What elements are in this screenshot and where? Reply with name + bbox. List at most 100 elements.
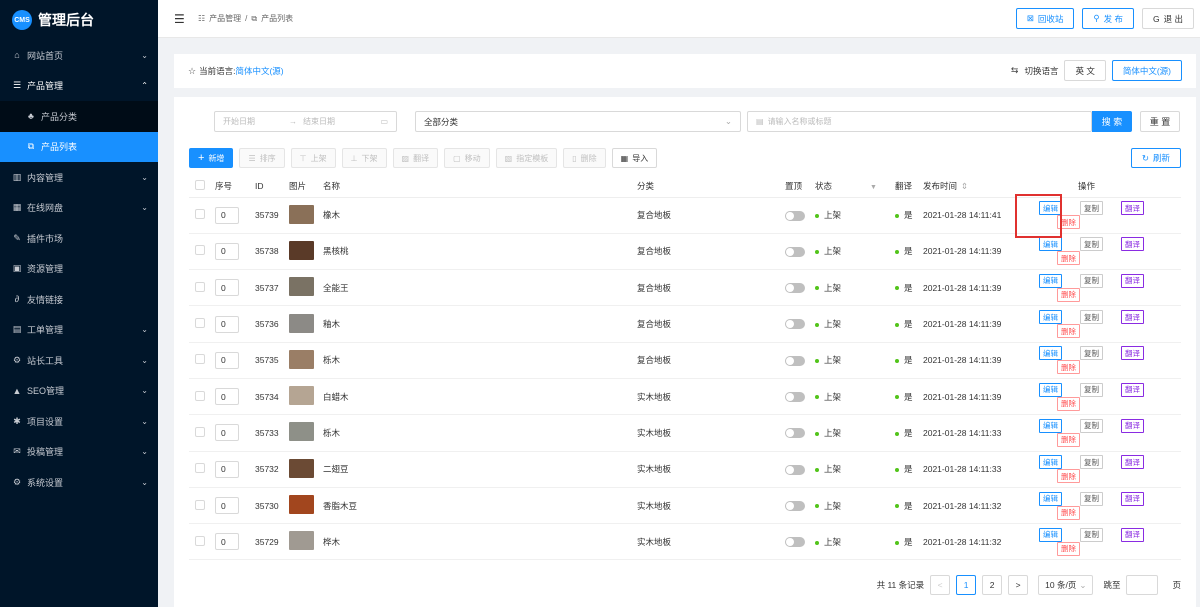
sidebar-item-resources[interactable]: ▣ 资源管理 (0, 254, 158, 285)
recycle-bin-button[interactable]: ⊠ 回收站 (1015, 8, 1075, 29)
copy-button[interactable]: 复制 (1080, 201, 1103, 216)
sort-order-input[interactable]: 0 (215, 351, 239, 369)
sidebar-item-products[interactable]: ☰ 产品管理 ⌃ (0, 71, 158, 102)
sort-order-input[interactable]: 0 (215, 497, 239, 515)
jump-page-input[interactable] (1126, 575, 1159, 595)
sidebar-item-submissions[interactable]: ✉ 投稿管理 ⌄ (0, 437, 158, 468)
translate-row-button[interactable]: 翻译 (1121, 237, 1144, 252)
next-page-button[interactable]: > (1008, 575, 1029, 595)
sidebar-item-project-settings[interactable]: ✱ 项目设置 ⌄ (0, 406, 158, 437)
product-thumbnail[interactable] (289, 204, 314, 224)
pin-toggle[interactable] (785, 500, 805, 511)
delete-row-button[interactable]: 删除 (1057, 324, 1080, 339)
sidebar-item-product-categories[interactable]: ♣ 产品分类 (0, 101, 158, 132)
sort-order-input[interactable]: 0 (215, 279, 239, 297)
reset-button[interactable]: 重 置 (1140, 111, 1180, 132)
delete-row-button[interactable]: 删除 (1057, 432, 1080, 447)
delete-row-button[interactable]: 删除 (1057, 251, 1080, 266)
pin-toggle[interactable] (785, 319, 805, 330)
delete-row-button[interactable]: 删除 (1057, 469, 1080, 484)
copy-button[interactable]: 复制 (1080, 455, 1103, 470)
product-thumbnail[interactable] (289, 313, 314, 333)
sort-order-input[interactable]: 0 (215, 388, 239, 406)
product-thumbnail[interactable] (289, 458, 314, 478)
row-checkbox[interactable] (195, 354, 205, 365)
row-checkbox[interactable] (195, 499, 205, 510)
edit-button[interactable]: 编辑 (1039, 346, 1062, 361)
language-option-chinese[interactable]: 简体中文(源) (1111, 60, 1182, 81)
import-button[interactable]: ▦ 导入 (611, 148, 658, 168)
edit-button[interactable]: 编辑 (1039, 491, 1062, 506)
translate-row-button[interactable]: 翻译 (1121, 455, 1144, 470)
product-thumbnail[interactable] (289, 349, 314, 369)
publish-button[interactable]: ⚲ 发 布 (1082, 8, 1134, 29)
translate-button[interactable]: ▨ 翻译 (392, 148, 439, 168)
logo[interactable]: CMS 管理后台 (0, 0, 158, 40)
row-checkbox[interactable] (195, 535, 205, 546)
pin-toggle[interactable] (785, 537, 805, 548)
row-checkbox[interactable] (195, 390, 205, 401)
sort-button[interactable]: ☰ 排序 (239, 148, 285, 168)
translate-row-button[interactable]: 翻译 (1121, 491, 1144, 506)
delete-row-button[interactable]: 删除 (1057, 287, 1080, 302)
copy-button[interactable]: 复制 (1080, 491, 1103, 506)
page-size-select[interactable]: 10 条/页 ⌄ (1038, 575, 1094, 595)
menu-fold-icon[interactable]: ☰ (174, 12, 186, 26)
row-checkbox[interactable] (195, 245, 205, 256)
translate-row-button[interactable]: 翻译 (1121, 346, 1144, 361)
sort-order-input[interactable]: 0 (215, 424, 239, 442)
translate-row-button[interactable]: 翻译 (1121, 527, 1144, 542)
edit-button[interactable]: 编辑 (1039, 237, 1062, 252)
add-button[interactable]: + 新增 (189, 148, 234, 168)
shelve-button[interactable]: ⊤ 上架 (290, 148, 336, 168)
copy-button[interactable]: 复制 (1080, 527, 1103, 542)
translate-row-button[interactable]: 翻译 (1121, 418, 1144, 433)
edit-button[interactable]: 编辑 (1039, 527, 1062, 542)
date-range-picker[interactable]: 开始日期 → 结束日期 ▭ (214, 111, 397, 132)
sidebar-item-links[interactable]: ∂ 友情链接 (0, 284, 158, 315)
sort-order-input[interactable]: 0 (215, 242, 239, 260)
edit-button[interactable]: 编辑 (1039, 201, 1062, 216)
sidebar-item-tickets[interactable]: ▤ 工单管理 ⌄ (0, 315, 158, 346)
delete-row-button[interactable]: 删除 (1057, 215, 1080, 230)
sidebar-item-content[interactable]: ▥ 内容管理 ⌄ (0, 162, 158, 193)
sort-order-input[interactable]: 0 (215, 460, 239, 478)
language-option-english[interactable]: 英 文 (1064, 60, 1106, 81)
refresh-button[interactable]: ↻ 刷新 (1130, 148, 1181, 168)
edit-button[interactable]: 编辑 (1039, 310, 1062, 325)
product-thumbnail[interactable] (289, 386, 314, 406)
edit-button[interactable]: 编辑 (1039, 382, 1062, 397)
translate-row-button[interactable]: 翻译 (1121, 201, 1144, 216)
translate-row-button[interactable]: 翻译 (1121, 273, 1144, 288)
delete-button[interactable]: ▯ 删除 (563, 148, 606, 168)
copy-button[interactable]: 复制 (1080, 382, 1103, 397)
pin-toggle[interactable] (785, 246, 805, 257)
sidebar-item-cloud-disk[interactable]: ▦ 在线网盘 ⌄ (0, 193, 158, 224)
edit-button[interactable]: 编辑 (1039, 418, 1062, 433)
pin-toggle[interactable] (785, 464, 805, 475)
copy-button[interactable]: 复制 (1080, 237, 1103, 252)
category-select[interactable]: 全部分类 ⌄ (415, 111, 741, 132)
translate-row-button[interactable]: 翻译 (1121, 382, 1144, 397)
sort-icon[interactable]: ⇕ (961, 181, 968, 191)
edit-button[interactable]: 编辑 (1039, 455, 1062, 470)
product-thumbnail[interactable] (289, 240, 314, 260)
edit-button[interactable]: 编辑 (1039, 273, 1062, 288)
product-thumbnail[interactable] (289, 495, 314, 515)
prev-page-button[interactable]: < (930, 575, 951, 595)
row-checkbox[interactable] (195, 281, 205, 292)
sort-order-input[interactable]: 0 (215, 315, 239, 333)
sidebar-item-home[interactable]: ⌂ 网站首页 ⌄ (0, 40, 158, 71)
delete-row-button[interactable]: 删除 (1057, 396, 1080, 411)
copy-button[interactable]: 复制 (1080, 418, 1103, 433)
delete-row-button[interactable]: 删除 (1057, 541, 1080, 556)
pin-toggle[interactable] (785, 428, 805, 439)
select-all-checkbox[interactable] (195, 179, 205, 190)
sidebar-item-webmaster-tools[interactable]: ⚙ 站长工具 ⌄ (0, 345, 158, 376)
pin-toggle[interactable] (785, 210, 805, 221)
search-button[interactable]: 搜 索 (1092, 111, 1132, 132)
assign-template-button[interactable]: ▧ 指定模板 (495, 148, 558, 168)
sidebar-item-product-list[interactable]: ⧉ 产品列表 (0, 131, 158, 162)
delete-row-button[interactable]: 删除 (1057, 360, 1080, 375)
page-1-button[interactable]: 1 (956, 575, 977, 595)
